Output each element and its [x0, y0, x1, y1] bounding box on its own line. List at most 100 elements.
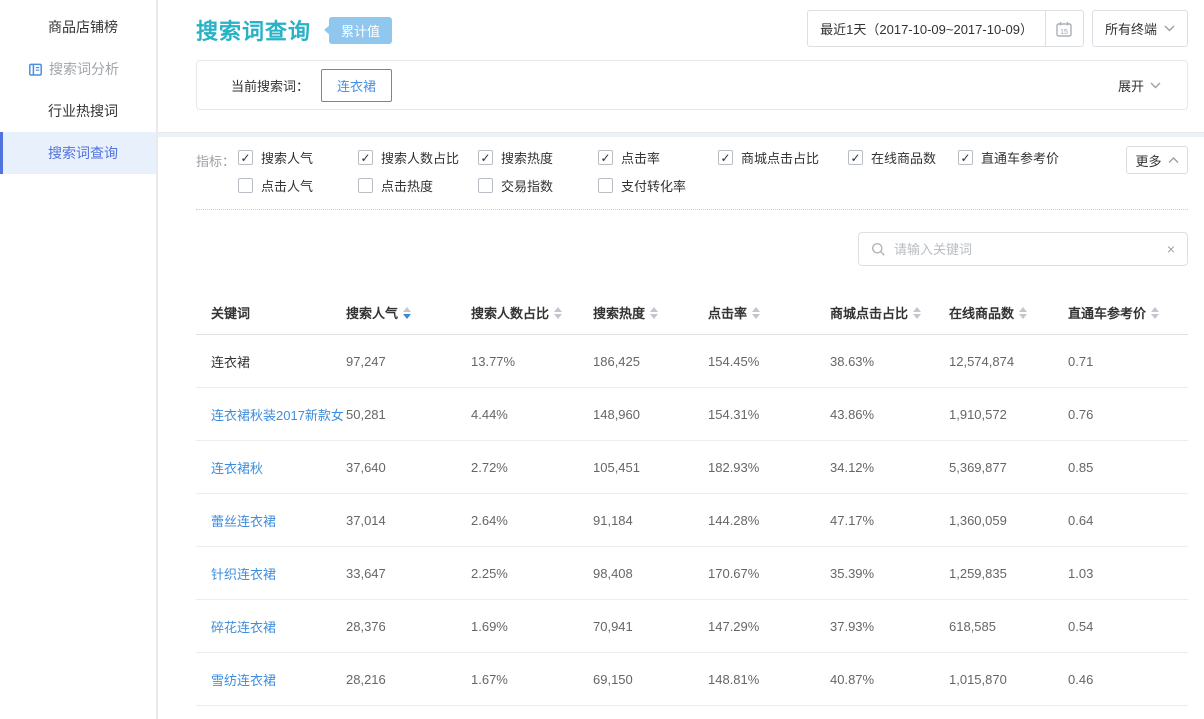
checkbox-checked-icon[interactable]: ✓	[718, 150, 733, 165]
value-cell: 148,960	[593, 407, 708, 422]
sort-icon[interactable]	[403, 307, 411, 319]
date-range-picker[interactable]: 最近1天（2017-10-09~2017-10-09） 15	[807, 10, 1084, 47]
value-cell: 70,941	[593, 619, 708, 634]
indicator-checkbox[interactable]: 点击人气	[238, 177, 358, 194]
checkbox-unchecked-icon[interactable]	[238, 178, 253, 193]
checkbox-checked-icon[interactable]: ✓	[598, 150, 613, 165]
sort-icon[interactable]	[1019, 307, 1027, 319]
checkbox-checked-icon[interactable]: ✓	[958, 150, 973, 165]
dotted-separator	[196, 209, 1188, 210]
indicator-label: 点击人气	[261, 176, 313, 195]
indicator-label: 直通车参考价	[981, 148, 1059, 167]
sort-icon[interactable]	[554, 307, 562, 319]
value-cell: 154.45%	[708, 354, 830, 369]
keyword-cell[interactable]: 连衣裙秋装2017新款女	[211, 405, 346, 424]
terminal-dropdown[interactable]: 所有终端	[1092, 10, 1188, 47]
table-body: 连衣裙97,24713.77%186,425154.45%38.63%12,57…	[196, 335, 1188, 706]
sidebar-item-search-term-analysis[interactable]: 搜索词分析	[0, 48, 156, 90]
value-cell: 40.87%	[830, 672, 949, 687]
table-row: 连衣裙97,24713.77%186,425154.45%38.63%12,57…	[196, 335, 1188, 388]
value-cell: 147.29%	[708, 619, 830, 634]
expand-toggle[interactable]: 展开	[1118, 76, 1161, 95]
column-header[interactable]: 直通车参考价	[1068, 303, 1188, 322]
checkbox-unchecked-icon[interactable]	[598, 178, 613, 193]
value-cell: 0.46	[1068, 672, 1188, 687]
checkbox-unchecked-icon[interactable]	[478, 178, 493, 193]
sort-icon[interactable]	[650, 307, 658, 319]
column-header: 关键词	[211, 303, 346, 322]
keyword-cell[interactable]: 连衣裙秋	[211, 458, 346, 477]
column-header-label: 点击率	[708, 303, 747, 322]
value-cell: 0.76	[1068, 407, 1188, 422]
column-header-label: 关键词	[211, 303, 250, 322]
indicator-checkbox[interactable]: ✓ 商城点击占比	[718, 149, 848, 166]
indicator-checkbox[interactable]: ✓搜索热度	[478, 149, 598, 166]
keyword-cell[interactable]: 碎花连衣裙	[211, 617, 346, 636]
value-cell: 97,247	[346, 354, 471, 369]
keyword-cell[interactable]: 雪纺连衣裙	[211, 670, 346, 689]
indicator-checkbox[interactable]: 支付转化率	[598, 177, 718, 194]
indicator-label: 商城点击占比	[741, 148, 819, 167]
keyword-search-input[interactable]	[894, 242, 1159, 257]
current-search-term-label: 当前搜索词：	[231, 76, 309, 95]
keyword-cell[interactable]: 蕾丝连衣裙	[211, 511, 346, 530]
indicator-checkbox[interactable]: 点击热度	[358, 177, 478, 194]
calendar-icon: 15	[1055, 20, 1073, 38]
more-button[interactable]: 更多	[1126, 146, 1188, 174]
clear-search-icon[interactable]: ×	[1167, 242, 1175, 256]
column-header[interactable]: 点击率	[708, 303, 830, 322]
checkbox-checked-icon[interactable]: ✓	[848, 150, 863, 165]
indicator-checkbox[interactable]: 交易指数	[478, 177, 598, 194]
checkbox-checked-icon[interactable]: ✓	[238, 150, 253, 165]
value-cell: 5,369,877	[949, 460, 1068, 475]
value-cell: 69,150	[593, 672, 708, 687]
indicator-checkbox[interactable]: ✓ 搜索人数占比	[358, 149, 478, 166]
sidebar-item-industry-hot-search[interactable]: 行业热搜词	[0, 90, 156, 132]
checkbox-checked-icon[interactable]: ✓	[478, 150, 493, 165]
more-button-label: 更多	[1135, 151, 1161, 170]
value-cell: 12,574,874	[949, 354, 1068, 369]
column-header[interactable]: 搜索热度	[593, 303, 708, 322]
indicator-label: 交易指数	[501, 176, 553, 195]
indicator-label: 搜索人气	[261, 148, 313, 167]
sort-icon[interactable]	[752, 307, 760, 319]
indicators-label: 指标：	[196, 149, 238, 194]
table-row: 碎花连衣裙28,3761.69%70,941147.29%37.93%618,5…	[196, 600, 1188, 653]
search-icon	[871, 242, 886, 257]
calendar-button[interactable]: 15	[1045, 11, 1083, 46]
column-header[interactable]: 搜索人数占比	[471, 303, 593, 322]
value-cell: 37,640	[346, 460, 471, 475]
indicator-checkbox[interactable]: ✓ 搜索人气	[238, 149, 358, 166]
indicator-label: 搜索人数占比	[381, 148, 459, 167]
sidebar-item-product-shop-ranking[interactable]: 商品店铺榜	[0, 6, 156, 48]
sort-icon[interactable]	[1151, 307, 1159, 319]
sidebar-item-label: 商品店铺榜	[48, 17, 118, 37]
cumulative-value-badge: 累计值	[329, 17, 392, 44]
checkbox-checked-icon[interactable]: ✓	[358, 150, 373, 165]
value-cell: 1.03	[1068, 566, 1188, 581]
indicator-checkbox[interactable]: ✓在线商品数	[848, 149, 958, 166]
value-cell: 47.17%	[830, 513, 949, 528]
value-cell: 182.93%	[708, 460, 830, 475]
column-header[interactable]: 商城点击占比	[830, 303, 949, 322]
indicator-checkbox[interactable]: ✓ 直通车参考价	[958, 149, 1088, 166]
value-cell: 37.93%	[830, 619, 949, 634]
expand-label: 展开	[1118, 76, 1144, 95]
value-cell: 38.63%	[830, 354, 949, 369]
column-header[interactable]: 搜索人气	[346, 303, 471, 322]
checkbox-unchecked-icon[interactable]	[358, 178, 373, 193]
value-cell: 0.71	[1068, 354, 1188, 369]
keyword-search-box[interactable]: ×	[858, 232, 1188, 266]
sort-asc-arrow	[752, 307, 760, 312]
chevron-up-icon	[1168, 157, 1179, 164]
sidebar-item-search-term-query[interactable]: 搜索词查询	[0, 132, 156, 174]
current-term-button[interactable]: 连衣裙	[321, 69, 392, 102]
keyword-cell[interactable]: 针织连衣裙	[211, 564, 346, 583]
value-cell: 2.64%	[471, 513, 593, 528]
indicator-checkbox[interactable]: ✓点击率	[598, 149, 718, 166]
date-range-text: 最近1天（2017-10-09~2017-10-09）	[808, 19, 1045, 38]
sort-icon[interactable]	[913, 307, 921, 319]
column-header[interactable]: 在线商品数	[949, 303, 1068, 322]
value-cell: 0.54	[1068, 619, 1188, 634]
value-cell: 1,360,059	[949, 513, 1068, 528]
